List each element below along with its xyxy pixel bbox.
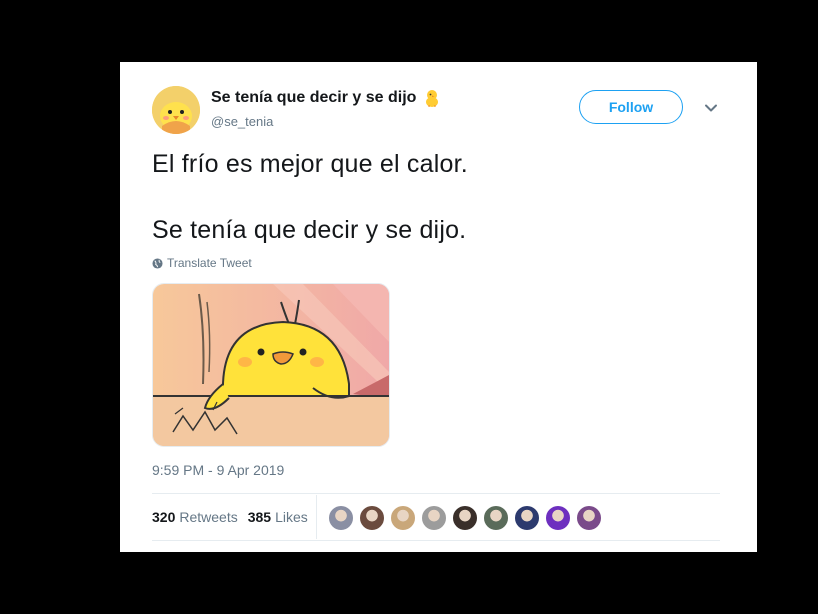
liker-avatar[interactable] bbox=[576, 505, 602, 531]
liker-avatar[interactable] bbox=[452, 505, 478, 531]
likes-label: Likes bbox=[275, 509, 308, 525]
translate-label[interactable]: Translate Tweet bbox=[167, 256, 252, 270]
tweet-media-image[interactable] bbox=[152, 283, 390, 447]
tweet-timestamp[interactable]: 9:59 PM - 9 Apr 2019 bbox=[152, 462, 284, 478]
liker-avatar[interactable] bbox=[514, 505, 540, 531]
likes-stat[interactable]: 385 Likes bbox=[248, 509, 308, 525]
author-name-row[interactable]: Se tenía que decir y se dijo bbox=[211, 88, 442, 108]
liker-avatar[interactable] bbox=[421, 505, 447, 531]
retweets-stat[interactable]: 320 Retweets bbox=[152, 509, 238, 525]
retweets-count: 320 bbox=[152, 509, 176, 525]
liker-avatar[interactable] bbox=[545, 505, 571, 531]
liker-avatars bbox=[328, 505, 607, 531]
tweet-card: Se tenía que decir y se dijo @se_tenia F… bbox=[120, 62, 757, 552]
liker-avatar[interactable] bbox=[359, 505, 385, 531]
liker-avatar[interactable] bbox=[483, 505, 509, 531]
tweet-text-line-1: El frío es mejor que el calor. bbox=[152, 150, 468, 178]
likes-count: 385 bbox=[247, 509, 272, 525]
chevron-down-icon[interactable] bbox=[703, 100, 719, 116]
tweet-stats: 320 Retweets 385 Likes bbox=[152, 509, 318, 525]
liker-avatar[interactable] bbox=[390, 505, 416, 531]
avatar[interactable] bbox=[152, 86, 200, 134]
divider-top bbox=[152, 493, 720, 494]
divider-bottom bbox=[152, 540, 720, 541]
tweet-text-line-2: Se tenía que decir y se dijo. bbox=[152, 216, 467, 244]
retweets-label: Retweets bbox=[179, 509, 238, 525]
author-handle[interactable]: @se_tenia bbox=[211, 114, 273, 129]
translate-tweet-link[interactable]: Translate Tweet bbox=[152, 256, 252, 270]
author-name[interactable]: Se tenía que decir y se dijo bbox=[211, 89, 416, 107]
globe-icon bbox=[152, 257, 163, 269]
follow-button[interactable]: Follow bbox=[579, 90, 683, 124]
chick-emoji-icon bbox=[426, 90, 439, 107]
stats-separator bbox=[316, 495, 317, 539]
liker-avatar[interactable] bbox=[328, 505, 354, 531]
